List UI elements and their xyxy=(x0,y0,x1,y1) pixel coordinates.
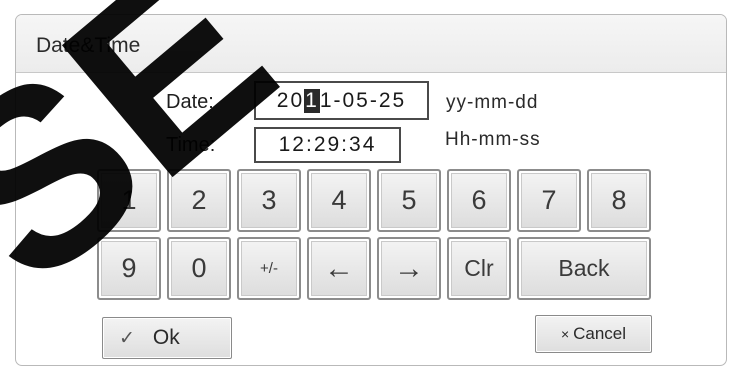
date-label: Date: xyxy=(166,91,214,113)
key-right-arrow-icon[interactable]: → xyxy=(377,237,441,300)
key-3[interactable]: 3 xyxy=(237,169,301,232)
ok-label: Ok xyxy=(152,326,180,349)
key-9[interactable]: 9 xyxy=(97,237,161,300)
key-6[interactable]: 6 xyxy=(447,169,511,232)
key-back[interactable]: Back xyxy=(517,237,651,300)
key-8[interactable]: 8 xyxy=(587,169,651,232)
time-value: 12:29:34 xyxy=(278,133,377,156)
close-icon: × xyxy=(560,326,570,342)
date-value-before: 20 xyxy=(276,88,305,112)
key-2[interactable]: 2 xyxy=(167,169,231,232)
key-7[interactable]: 7 xyxy=(517,169,581,232)
key-5[interactable]: 5 xyxy=(377,169,441,232)
date-time-dialog: Date&Time Date: 20 1 1-05-25 yy-mm-dd Time… xyxy=(15,14,727,366)
key-0[interactable]: 0 xyxy=(167,237,231,300)
time-format-hint: Hh-mm-ss xyxy=(445,129,541,150)
key-clear[interactable]: Clr xyxy=(447,237,511,300)
date-cursor-char: 1 xyxy=(304,88,320,113)
key-left-arrow-icon[interactable]: ← xyxy=(307,237,371,300)
dialog-titlebar: Date&Time xyxy=(16,15,726,73)
time-input[interactable]: 12:29:34 xyxy=(254,127,401,163)
time-label: Time: xyxy=(166,134,216,156)
key-plus-minus[interactable]: +/- xyxy=(237,237,301,300)
check-icon: ✓ xyxy=(119,327,135,349)
key-4[interactable]: 4 xyxy=(307,169,371,232)
ok-button[interactable]: ✓ Ok xyxy=(102,317,232,359)
date-format-hint: yy-mm-dd xyxy=(446,92,539,113)
dialog-title: Date&Time xyxy=(36,34,141,57)
cancel-button[interactable]: × Cancel xyxy=(535,315,652,353)
cancel-label: Cancel xyxy=(573,324,627,343)
key-1[interactable]: 1 xyxy=(97,169,161,232)
date-value-after: 1-05-25 xyxy=(319,88,407,112)
date-input[interactable]: 20 1 1-05-25 xyxy=(254,81,429,120)
